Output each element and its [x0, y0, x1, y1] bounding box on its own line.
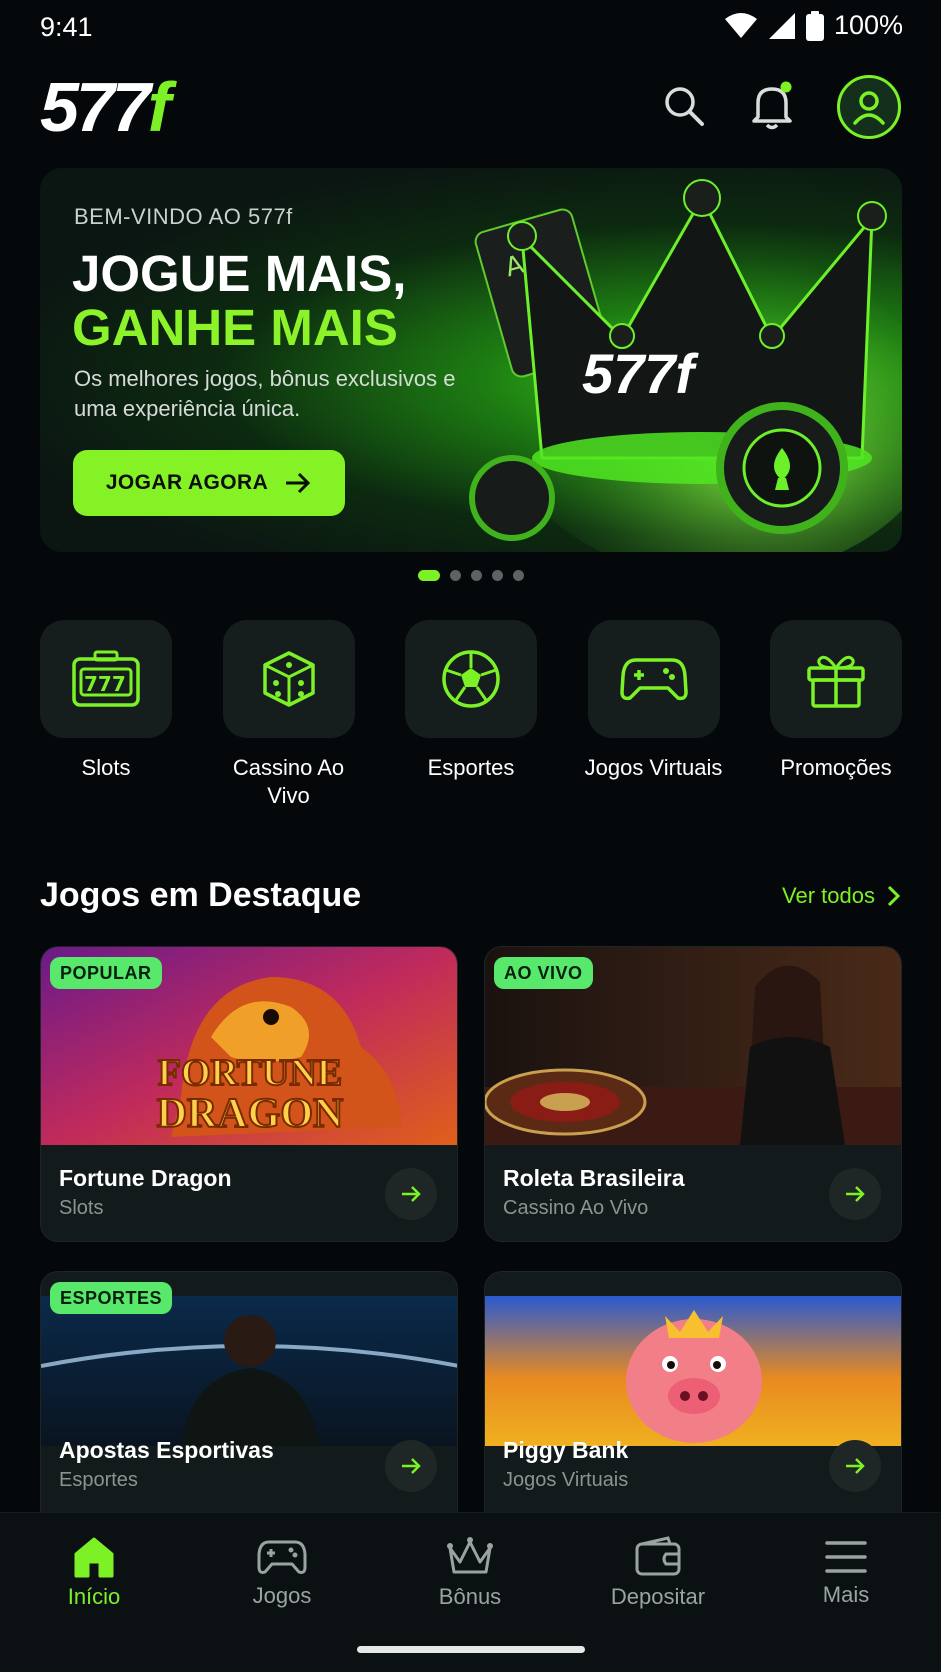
svg-text:777: 777 — [84, 672, 126, 696]
category-label: Slots — [81, 755, 131, 780]
wifi-icon — [724, 12, 757, 38]
game-name: Piggy Bank — [503, 1437, 629, 1463]
category-live-casino[interactable]: Cassino Ao Vivo — [222, 620, 355, 810]
status-bar: 9:41 100% — [0, 0, 941, 56]
app-logo[interactable]: 577f — [40, 72, 171, 142]
category-tile[interactable] — [587, 620, 720, 738]
nav-home[interactable]: Início — [0, 1513, 188, 1633]
gamepad-icon — [257, 1540, 307, 1574]
carousel-dot[interactable] — [449, 570, 461, 581]
game-badge: ESPORTES — [50, 1282, 173, 1314]
featured-title: Jogos em Destaque — [40, 876, 362, 914]
category-label: Jogos Virtuais — [584, 755, 723, 780]
user-icon — [853, 91, 885, 125]
notifications-button[interactable] — [746, 80, 798, 132]
slot-machine-icon: 777 — [72, 650, 140, 707]
carousel-dots — [0, 570, 941, 581]
game-type: Slots — [59, 1197, 104, 1219]
game-card-roleta-brasileira[interactable]: AO VIVO Roleta Brasileira Cassino Ao Viv… — [484, 946, 902, 1242]
carousel-dot[interactable] — [417, 570, 440, 581]
battery-icon — [805, 10, 824, 41]
search-button[interactable] — [658, 80, 710, 132]
game-type: Jogos Virtuais — [503, 1469, 629, 1491]
carousel-dot[interactable] — [491, 570, 503, 581]
crown-icon — [447, 1537, 493, 1574]
logo-letter: f — [147, 68, 171, 146]
nav-deposit[interactable]: Depositar — [564, 1513, 752, 1633]
arrow-right-icon — [402, 1458, 421, 1474]
nav-label: Mais — [822, 1582, 870, 1607]
signal-icon — [768, 12, 795, 39]
home-indicator[interactable] — [357, 1646, 585, 1653]
battery-percent: 100% — [833, 10, 903, 40]
open-game-button[interactable] — [829, 1168, 881, 1220]
play-now-button[interactable]: JOGAR AGORA — [73, 450, 345, 516]
search-icon — [665, 87, 704, 126]
carousel-dot[interactable] — [470, 570, 482, 581]
soccer-ball-icon — [442, 650, 500, 708]
nav-label: Jogos — [252, 1583, 312, 1608]
app-header: 577f — [0, 70, 941, 145]
game-card-fortune-dragon[interactable]: FORTUNE DRAGON POPULAR Fortune Dragon Sl… — [40, 946, 458, 1242]
see-all-label: Ver todos — [782, 883, 875, 908]
carousel-dot[interactable] — [512, 570, 524, 581]
game-name: Fortune Dragon — [59, 1165, 232, 1191]
category-tile[interactable] — [405, 620, 537, 738]
arrow-right-icon — [846, 1186, 865, 1202]
hero-subtitle: Os melhores jogos, bônus exclusivos e um… — [74, 366, 456, 421]
gift-icon — [807, 655, 865, 708]
game-type: Cassino Ao Vivo — [503, 1197, 649, 1219]
category-virtual[interactable]: Jogos Virtuais — [585, 620, 722, 810]
category-tile[interactable]: 777 — [40, 620, 172, 738]
nav-bonus[interactable]: Bônus — [376, 1513, 564, 1633]
category-label: Esportes — [427, 755, 515, 780]
hero-banner[interactable]: A 577f BEM-VINDO AO 577f JOGUE MAIS, GAN… — [40, 168, 902, 552]
category-tile[interactable] — [770, 620, 902, 738]
category-label: Promoções — [780, 755, 892, 780]
open-game-button[interactable] — [385, 1168, 437, 1220]
open-game-button[interactable] — [829, 1440, 881, 1492]
nav-label: Depositar — [610, 1584, 706, 1609]
bell-icon — [752, 81, 792, 130]
arrow-right-icon — [286, 472, 311, 494]
hero-title-line2: GANHE MAIS — [72, 299, 398, 356]
dice-icon — [262, 651, 315, 707]
game-name: Apostas Esportivas — [59, 1437, 274, 1463]
crown-illustration: A 577f — [469, 179, 902, 552]
open-game-button[interactable] — [385, 1440, 437, 1492]
chevron-right-icon — [887, 885, 901, 907]
game-badge: POPULAR — [50, 957, 162, 989]
category-slots[interactable]: 777 Slots — [40, 620, 172, 810]
hero-title-line1: JOGUE MAIS, — [72, 245, 407, 302]
thumbnail-text: FORTUNE — [158, 1052, 342, 1094]
arrow-right-icon — [402, 1186, 421, 1202]
status-indicators: 100% — [724, 10, 903, 41]
category-row: 777 Slots Cassino Ao Vivo Esportes Jogos… — [40, 620, 902, 810]
home-icon — [74, 1537, 114, 1578]
hero-eyebrow: BEM-VINDO AO 577f — [74, 204, 293, 229]
status-time: 9:41 — [40, 12, 93, 42]
menu-icon — [825, 1541, 867, 1573]
game-type: Esportes — [59, 1469, 138, 1491]
wallet-icon — [635, 1536, 681, 1576]
category-label: Cassino Ao Vivo — [232, 755, 345, 808]
arrow-right-icon — [846, 1458, 865, 1474]
crown-logo-text: 577f — [582, 342, 699, 405]
profile-avatar[interactable] — [837, 75, 901, 139]
category-sports[interactable]: Esportes — [405, 620, 537, 810]
nav-games[interactable]: Jogos — [188, 1513, 376, 1633]
thumbnail-text: DRAGON — [157, 1091, 344, 1137]
see-all-link[interactable]: Ver todos — [782, 883, 901, 909]
play-now-label: JOGAR AGORA — [105, 471, 269, 494]
game-badge: AO VIVO — [494, 957, 593, 989]
nav-label: Início — [67, 1584, 121, 1609]
nav-label: Bônus — [438, 1584, 502, 1609]
nav-more[interactable]: Mais — [752, 1513, 940, 1633]
category-tile[interactable] — [222, 620, 355, 738]
game-name: Roleta Brasileira — [503, 1165, 685, 1191]
logo-number: 577 — [40, 68, 151, 146]
category-promotions[interactable]: Promoções — [770, 620, 902, 810]
gamepad-icon — [619, 658, 688, 701]
